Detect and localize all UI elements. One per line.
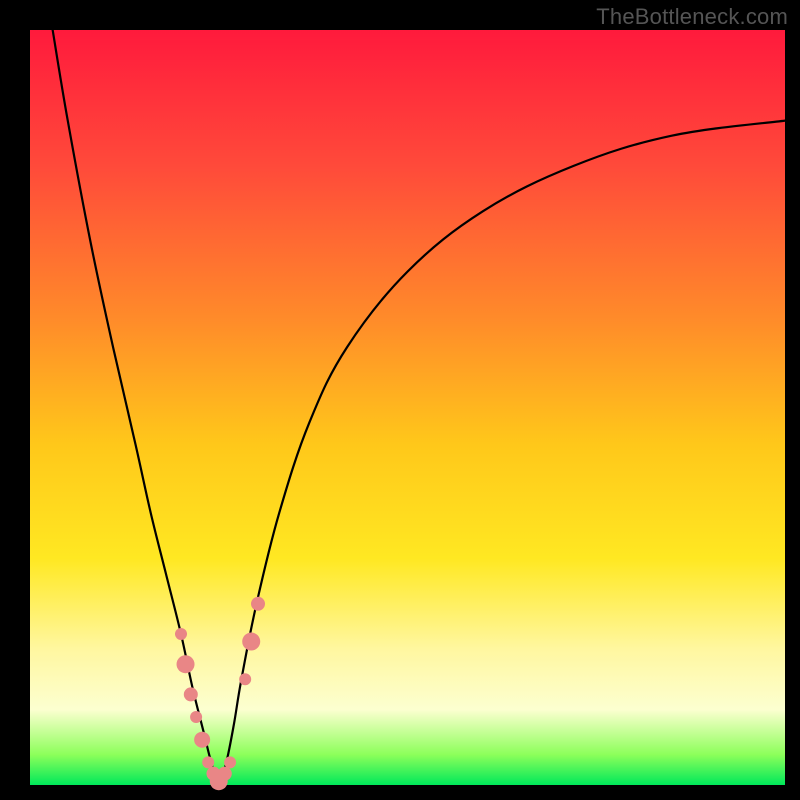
watermark-label: TheBottleneck.com [596, 4, 788, 30]
curve-marker [251, 597, 265, 611]
curve-svg [30, 30, 785, 785]
curve-marker [177, 655, 195, 673]
curve-marker [175, 628, 187, 640]
plot-area [30, 30, 785, 785]
curve-marker [218, 767, 232, 781]
curve-marker [202, 756, 214, 768]
curve-marker [190, 711, 202, 723]
curve-marker [184, 687, 198, 701]
curve-marker [239, 673, 251, 685]
chart-frame: TheBottleneck.com [0, 0, 800, 800]
bottleneck-curve [53, 30, 785, 785]
curve-marker [194, 732, 210, 748]
curve-marker [224, 756, 236, 768]
curve-marker [242, 633, 260, 651]
